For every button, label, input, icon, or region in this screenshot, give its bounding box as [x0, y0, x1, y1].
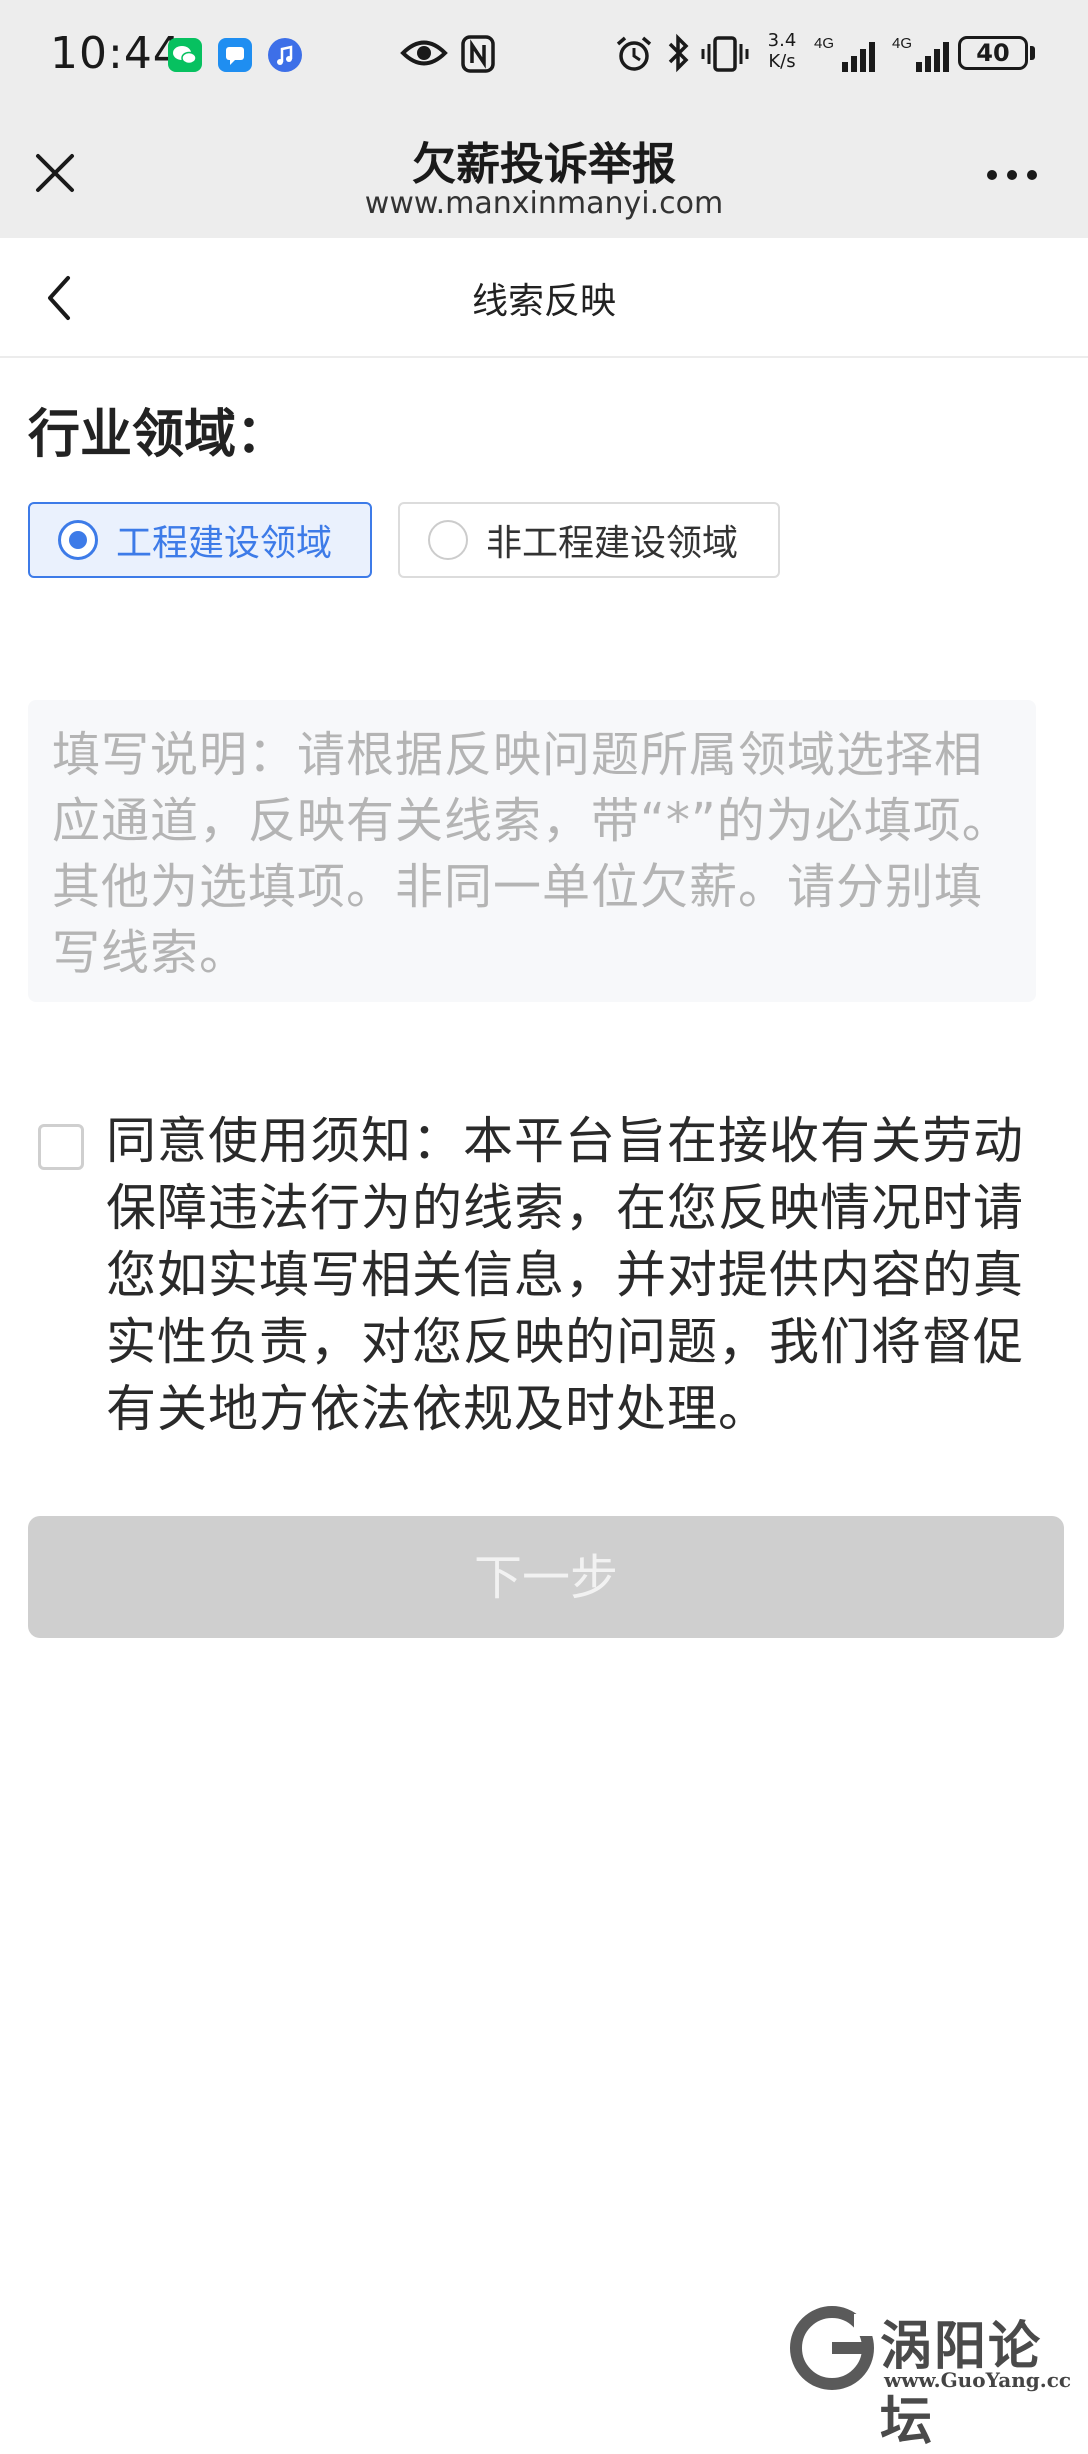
music-notification-icon: [268, 38, 302, 72]
nfc-icon: [460, 34, 496, 78]
radio-non-engineering-construction[interactable]: 非工程建设领域: [398, 502, 780, 578]
message-notification-icon: [218, 38, 252, 72]
next-step-button[interactable]: 下一步: [28, 1516, 1064, 1638]
status-time: 10:44: [50, 28, 182, 79]
battery-tip: [1030, 46, 1035, 60]
battery-level: 40: [976, 39, 1010, 67]
page-title: 线索反映: [471, 281, 616, 322]
signal2-label: 4G: [892, 35, 912, 52]
bluetooth-icon: [664, 32, 694, 78]
forum-logo-icon: [788, 2300, 878, 2400]
signal-4g-icon: 4G: [814, 34, 884, 78]
instruction-note: 填写说明：请根据反映问题所属领域选择相应通道，反映有关线索，带“*”的为必填项。…: [28, 700, 1036, 1002]
watermark-domain: www.GuoYang.cc: [884, 2368, 1072, 2392]
eye-icon: [400, 36, 448, 74]
browser-url: www.manxinmanyi.com: [364, 186, 724, 221]
network-speed: 3.4 K/s: [762, 30, 802, 72]
vibrate-icon: [700, 34, 750, 78]
forum-watermark: 涡阳论坛 www.GuoYang.cc: [788, 2300, 1088, 2452]
signal1-label: 4G: [814, 35, 834, 52]
instruction-text: 填写说明：请根据反映问题所属领域选择相应通道，反映有关线索，带“*”的为必填项。…: [52, 727, 1011, 981]
network-speed-unit: K/s: [768, 51, 796, 72]
agreement-checkbox[interactable]: [38, 1124, 84, 1170]
network-speed-value: 3.4: [767, 30, 797, 51]
browser-title: 欠薪投诉举报: [412, 139, 676, 190]
radio-selected-icon: [58, 520, 98, 560]
status-bar: 10:44 3.4 K/s 4G 4G 40: [0, 0, 1088, 110]
signal-4g-icon-2: 4G: [892, 34, 956, 78]
browser-header: 欠薪投诉举报 www.manxinmanyi.com: [0, 110, 1088, 238]
industry-label: 行业领域：: [28, 405, 289, 465]
agreement-text: 同意使用须知：本平台旨在接收有关劳动保障违法行为的线索，在您反映情况时请您如实填…: [106, 1112, 1024, 1438]
alarm-icon: [614, 34, 654, 78]
page-nav-bar: 线索反映: [0, 238, 1088, 358]
radio-label: 非工程建设领域: [486, 523, 739, 564]
wechat-notification-icon: [168, 38, 202, 72]
radio-label: 工程建设领域: [116, 523, 333, 564]
more-menu-icon[interactable]: [980, 160, 1044, 190]
battery-icon: 40: [958, 36, 1028, 70]
radio-engineering-construction[interactable]: 工程建设领域: [28, 502, 372, 578]
radio-unselected-icon: [428, 520, 468, 560]
